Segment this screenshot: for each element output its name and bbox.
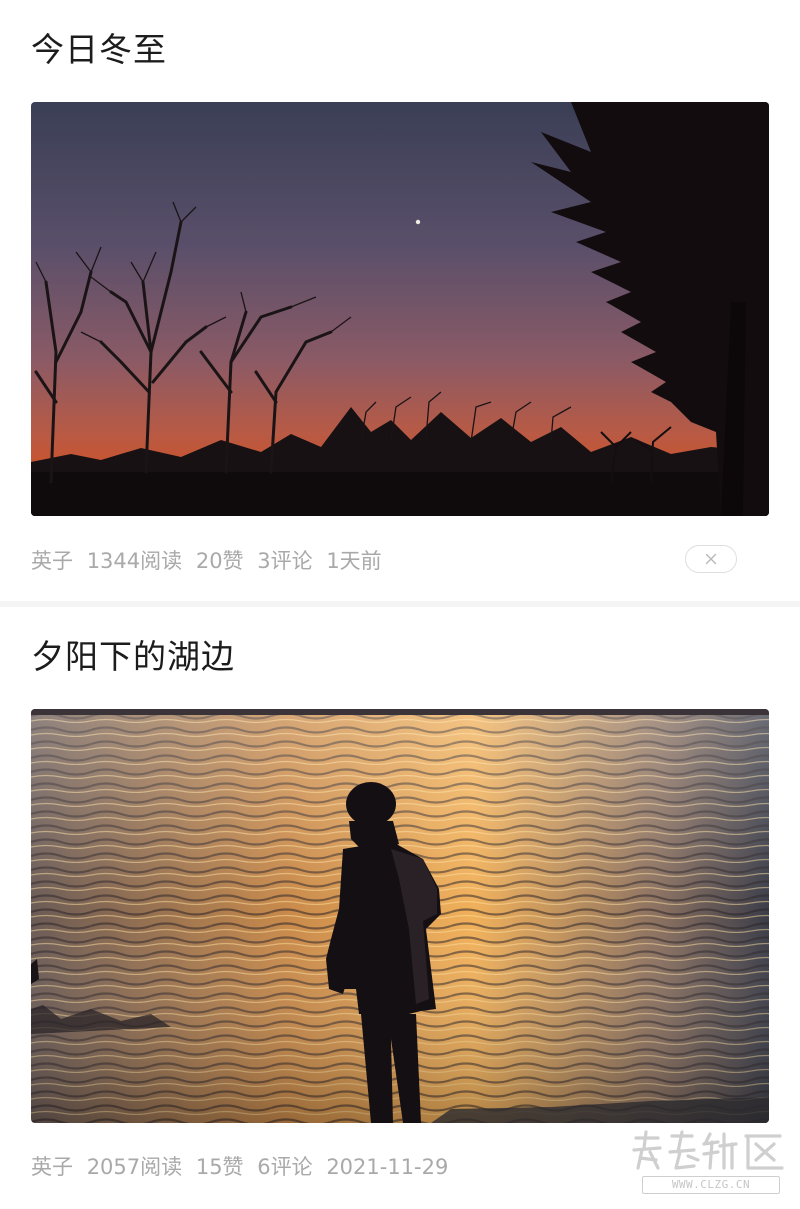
article-photo[interactable] — [31, 102, 769, 516]
like-count: 20赞 — [195, 549, 244, 573]
like-count: 15赞 — [195, 1155, 244, 1179]
article-card[interactable]: 夕阳下的湖边 英子 2057阅读 15赞 6评论 2021-11-29 — [0, 607, 800, 1209]
post-time: 2021-11-29 — [326, 1155, 449, 1179]
article-feed: 今日冬至 英子 1344阅读 20赞 3评论 1天前 夕阳下的湖边 英子 205… — [0, 0, 800, 1209]
article-card[interactable]: 今日冬至 英子 1344阅读 20赞 3评论 1天前 — [0, 0, 800, 601]
lake-sunset-image — [31, 709, 769, 1123]
author-name[interactable]: 英子 — [31, 549, 73, 573]
site-watermark: WWW.CLZG.CN — [628, 1128, 788, 1198]
watermark-logo — [632, 1130, 784, 1170]
comment-count: 3评论 — [257, 549, 313, 573]
watermark-url: WWW.CLZG.CN — [642, 1176, 780, 1194]
comment-count: 6评论 — [257, 1155, 313, 1179]
article-title[interactable]: 今日冬至 — [31, 30, 167, 70]
article-photo[interactable] — [31, 709, 769, 1123]
article-title[interactable]: 夕阳下的湖边 — [31, 637, 235, 677]
close-icon — [705, 553, 717, 565]
article-meta: 英子 2057阅读 15赞 6评论 2021-11-29 — [31, 1151, 448, 1183]
article-meta: 英子 1344阅读 20赞 3评论 1天前 — [31, 545, 382, 577]
post-time: 1天前 — [326, 549, 382, 573]
sunset-trees-image — [31, 102, 769, 516]
dismiss-button[interactable] — [685, 545, 737, 573]
read-count: 2057阅读 — [86, 1155, 183, 1179]
author-name[interactable]: 英子 — [31, 1155, 73, 1179]
read-count: 1344阅读 — [86, 549, 183, 573]
